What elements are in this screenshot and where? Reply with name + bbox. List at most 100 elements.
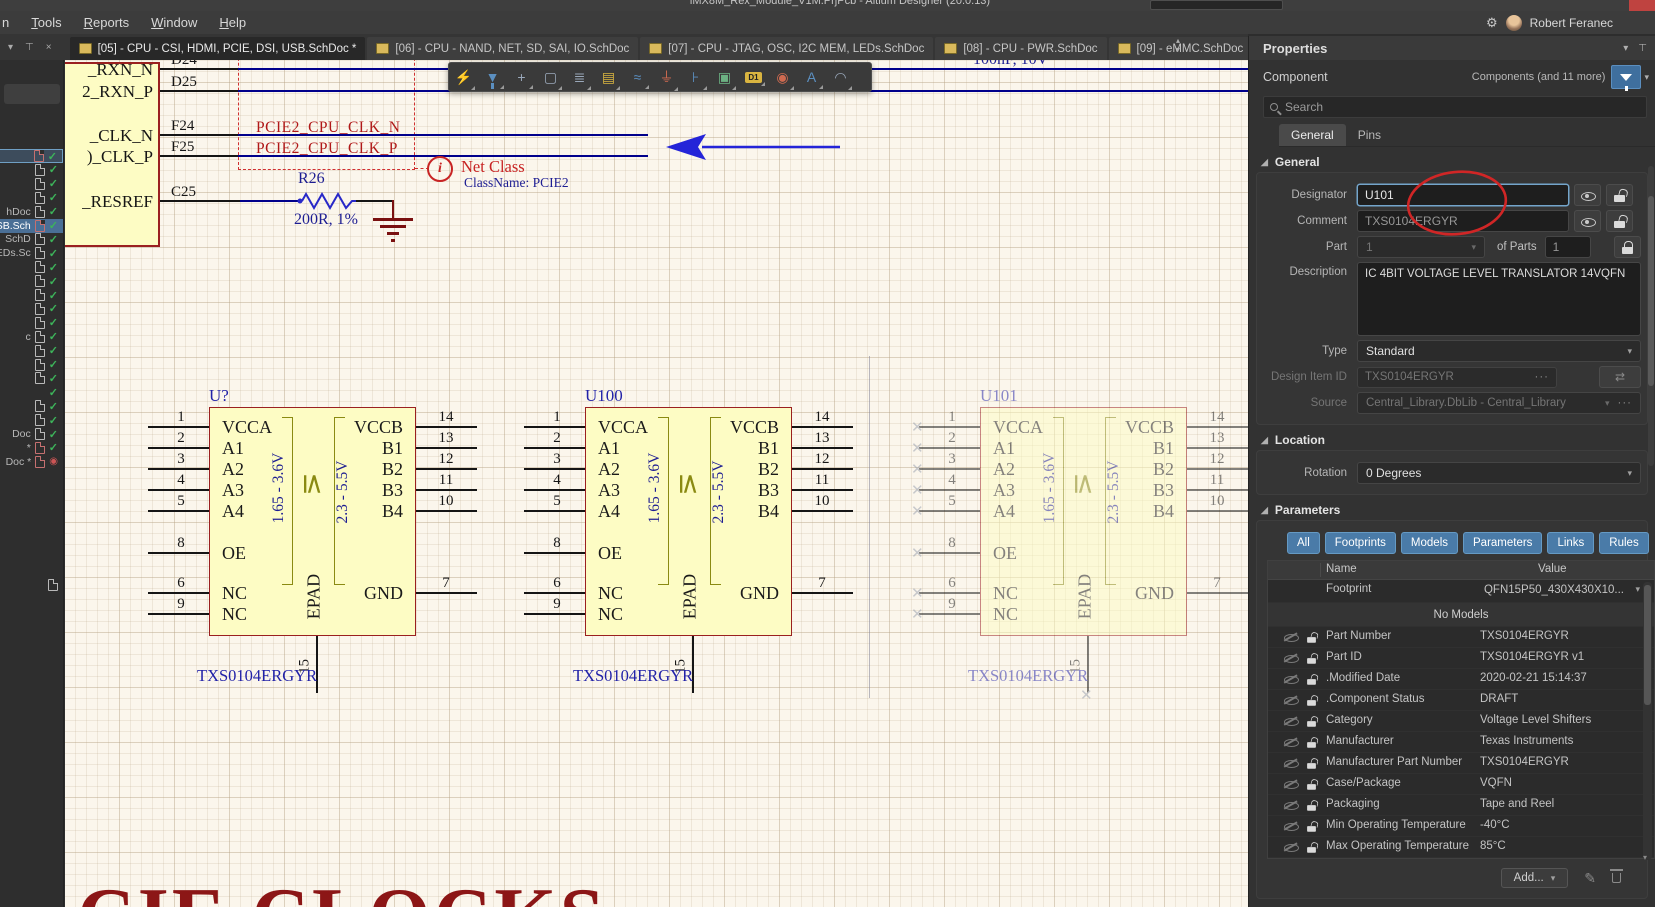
unlock-button[interactable]	[1606, 210, 1633, 232]
sidebar-row[interactable]: c ✓	[0, 330, 63, 344]
param-filter-footprints[interactable]: Footprints	[1324, 532, 1396, 554]
unlock-button[interactable]	[1606, 184, 1633, 206]
document-tab[interactable]: [06] - CPU - NAND, NET, SD, SAI, IO.SchD…	[367, 37, 639, 60]
swap-component-button[interactable]: ⇄	[1599, 366, 1641, 388]
sidebar-row[interactable]: ✓	[0, 260, 63, 274]
search-input[interactable]	[1285, 100, 1640, 114]
ic-pin[interactable]	[148, 426, 209, 428]
pin-icon[interactable]: ⊤	[25, 42, 34, 53]
sidebar-row[interactable]: ✓	[0, 385, 63, 399]
sidebar-row[interactable]: ✓	[0, 149, 63, 163]
param-row[interactable]: Category Voltage Level Shifters	[1268, 711, 1654, 732]
net-class-title[interactable]: Net Class	[461, 157, 525, 177]
ic-pin[interactable]	[148, 489, 209, 491]
scope-filter-button[interactable]	[1611, 65, 1642, 91]
text-icon[interactable]: A	[797, 69, 826, 89]
probe-icon[interactable]: ⊦	[681, 69, 710, 90]
net-label[interactable]: PCIE2_CPU_CLK_P	[256, 140, 398, 158]
ic-designator[interactable]: U100	[585, 386, 623, 406]
eye-off-icon[interactable]	[1284, 757, 1299, 769]
unlock-icon[interactable]	[1306, 673, 1317, 689]
design-item-id-field[interactable]: TXS0104ERGYR ···	[1357, 366, 1557, 388]
ic-pin[interactable]	[792, 592, 853, 594]
wire-tool-icon[interactable]: ⚡	[449, 69, 478, 90]
param-row[interactable]: Manufacturer Part Number TXS0104ERGYR	[1268, 753, 1654, 774]
param-row[interactable]: Max Operating Temperature 85°C	[1268, 837, 1654, 858]
no-erc-icon[interactable]: ◉	[768, 69, 797, 90]
ellipsis-button[interactable]: ···	[1618, 397, 1633, 409]
ic-pin[interactable]	[148, 510, 209, 512]
ic-designator[interactable]: U101	[980, 386, 1018, 406]
ic-pin[interactable]	[919, 447, 980, 449]
avatar[interactable]	[1505, 14, 1522, 31]
eye-off-icon[interactable]	[1284, 841, 1299, 853]
sidebar-row[interactable]: hDoc ✓	[0, 205, 63, 219]
sidebar-row[interactable]: ✓	[0, 177, 63, 191]
ic-pin[interactable]	[919, 489, 980, 491]
sheet-symbol-icon[interactable]: ▣	[710, 69, 739, 90]
param-row[interactable]: Packaging Tape and Reel	[1268, 795, 1654, 816]
ic-pin[interactable]	[1187, 447, 1248, 449]
net-class-directive-icon[interactable]: i	[427, 156, 453, 182]
eye-off-icon[interactable]	[1284, 673, 1299, 685]
sidebar-row[interactable]: ✓	[0, 274, 63, 288]
capacitor-value-label[interactable]: 100nF, 10V	[973, 60, 1048, 69]
ic-pin[interactable]	[792, 426, 853, 428]
ic-part-number[interactable]: TXS0104ERGYR	[968, 666, 1088, 686]
eye-off-icon[interactable]	[1284, 778, 1299, 790]
unlock-icon[interactable]	[1306, 757, 1317, 773]
document-tab[interactable]: [05] - CPU - CSI, HDMI, PCIE, DSI, USB.S…	[69, 37, 366, 60]
unlock-icon[interactable]	[1306, 820, 1317, 836]
param-filter-rules[interactable]: Rules	[1599, 532, 1649, 554]
chevron-down-icon[interactable]: ▾	[1623, 43, 1628, 54]
comment-input[interactable]	[1357, 210, 1569, 232]
tab-general[interactable]: General	[1279, 124, 1346, 146]
ic-pin[interactable]	[524, 426, 585, 428]
lock-button[interactable]	[1614, 236, 1641, 258]
close-icon[interactable]: ×	[46, 42, 52, 53]
ic-pin[interactable]	[919, 468, 980, 470]
arc-icon[interactable]: ◠	[826, 69, 855, 90]
source-select[interactable]: Central_Library.DbLib - Central_Library ▾…	[1357, 392, 1641, 414]
section-general[interactable]: ◢ General	[1261, 155, 1655, 169]
pin-icon[interactable]: ⊤	[1638, 43, 1647, 54]
component-icon[interactable]: ▤	[594, 69, 623, 90]
edit-pencil-icon[interactable]: ✎	[1584, 870, 1596, 887]
tab-scroll-buttons[interactable]: ▴ ▾	[1176, 36, 1180, 54]
align-icon[interactable]: ≣	[565, 69, 594, 90]
unlock-icon[interactable]	[1306, 841, 1317, 857]
sidebar-row[interactable]: ✓	[0, 316, 63, 330]
param-filter-all[interactable]: All	[1287, 532, 1320, 554]
section-location[interactable]: ◢ Location	[1261, 433, 1655, 447]
param-row[interactable]: Part ID TXS0104ERGYR v1	[1268, 648, 1654, 669]
rotation-select[interactable]: 0 Degrees ▾	[1357, 462, 1641, 484]
menu-tools[interactable]: Tools	[31, 15, 61, 30]
ic-part-number[interactable]: TXS0104ERGYR	[573, 666, 693, 686]
schematic-canvas[interactable]: _RXN_N D24 2_RXN_P D25 _CLK_N F24)_CLK_P F25 _R…	[65, 60, 1248, 907]
close-button[interactable]	[1629, 0, 1655, 11]
add-parameter-button[interactable]: Add... ▾	[1500, 868, 1569, 888]
unlock-icon[interactable]	[1306, 694, 1317, 710]
ic-pin[interactable]	[416, 426, 477, 428]
crosshair-icon[interactable]: +	[507, 69, 536, 89]
selection-scope[interactable]: Components (and 11 more)	[1472, 71, 1606, 83]
param-filter-links[interactable]: Links	[1547, 532, 1595, 554]
ic-pin[interactable]	[1187, 592, 1248, 594]
document-tab[interactable]: [09] - eMMC.SchDoc	[1108, 37, 1253, 60]
sidebar-row[interactable]: ✓	[0, 191, 63, 205]
ic-pin[interactable]	[524, 592, 585, 594]
ic-pin[interactable]	[148, 447, 209, 449]
visibility-eye-button[interactable]	[1574, 184, 1601, 206]
sidebar-row[interactable]: SB.Sch ✓	[0, 218, 63, 233]
unlock-icon[interactable]	[1306, 715, 1317, 731]
panel-header[interactable]: Properties ▾ ⊤	[1249, 36, 1655, 60]
harness-icon[interactable]: ≈	[623, 69, 652, 89]
ic-pin[interactable]	[416, 468, 477, 470]
ic-pin[interactable]	[148, 468, 209, 470]
param-filter-parameters[interactable]: Parameters	[1463, 532, 1543, 554]
ic-pin[interactable]	[524, 447, 585, 449]
sidebar-row[interactable]: EDs.Sc ✓	[0, 246, 63, 260]
ic-pin[interactable]	[1187, 426, 1248, 428]
designator-input[interactable]	[1357, 184, 1569, 206]
sidebar-row[interactable]: ✓	[0, 371, 63, 385]
